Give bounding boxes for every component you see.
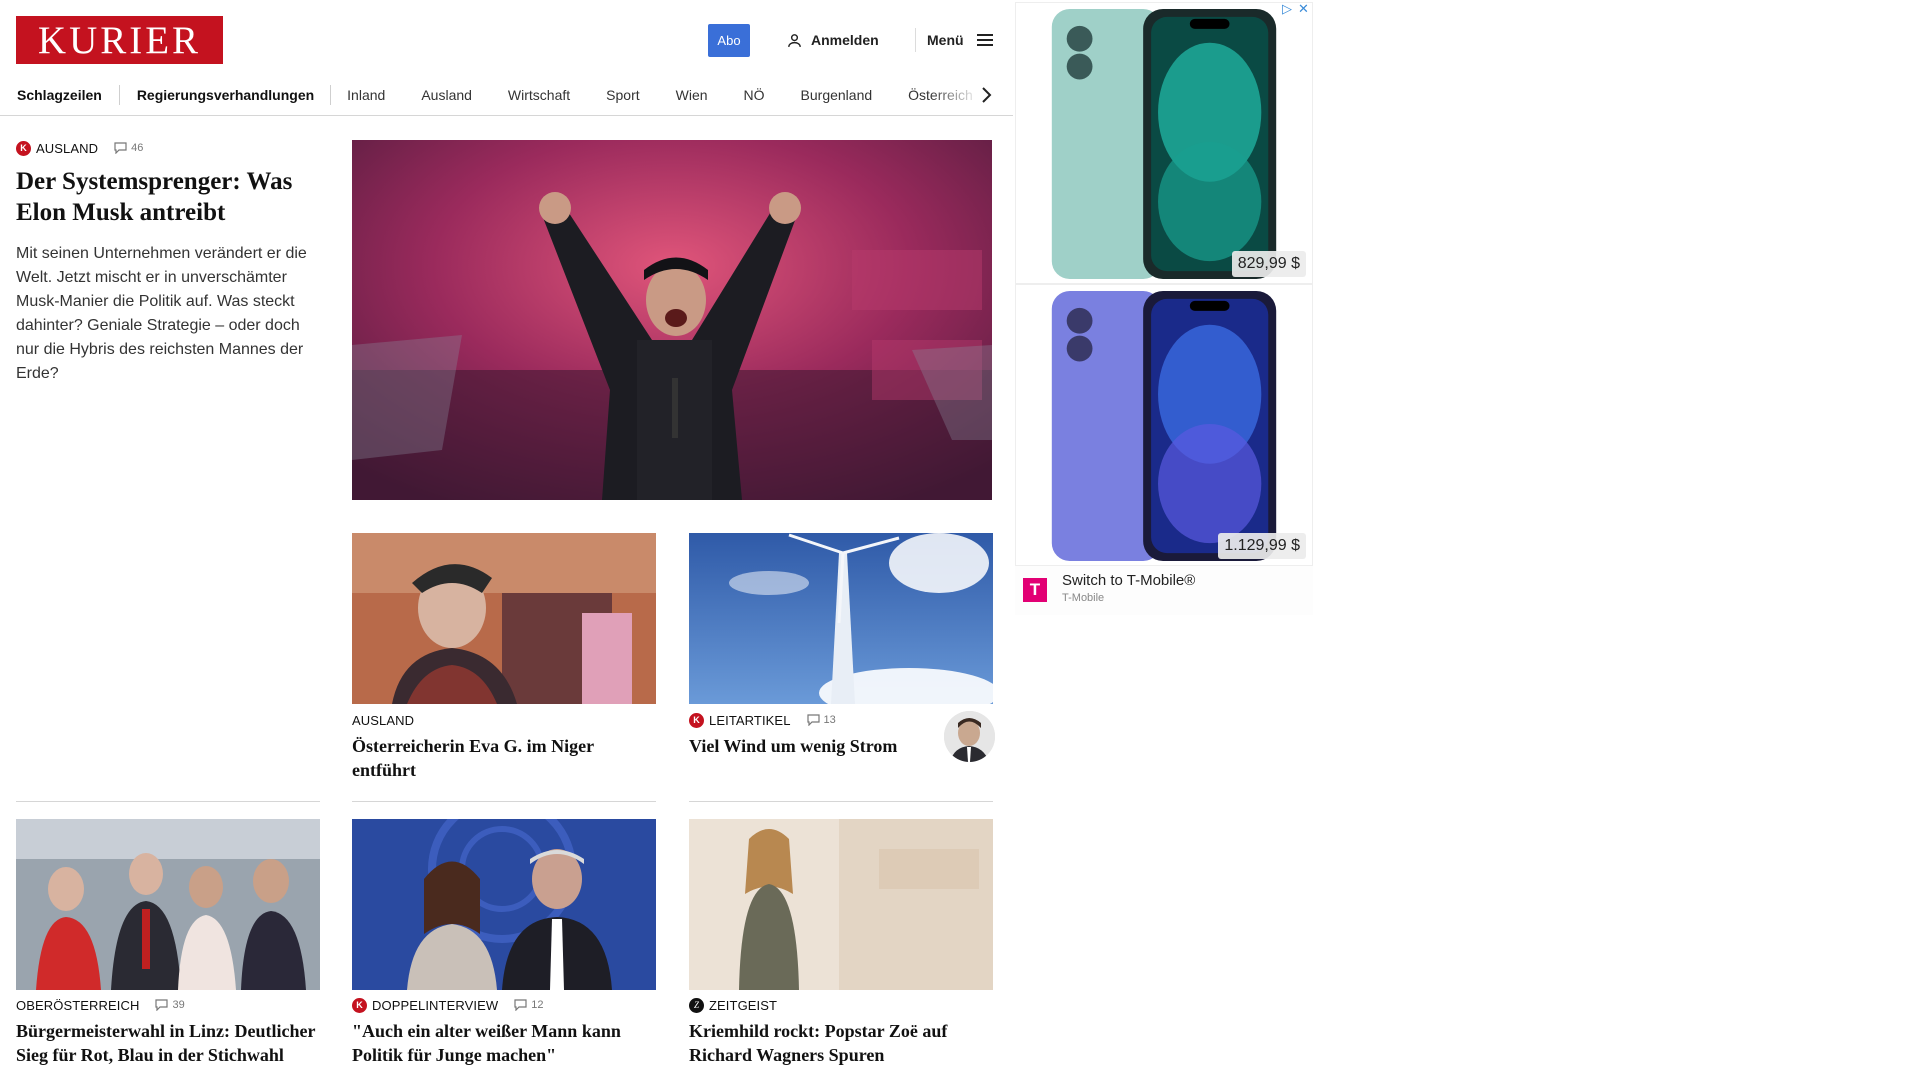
nav-item-regierungsverhandlungen[interactable]: Regierungsverhandlungen xyxy=(137,87,314,103)
header: KURIER Abo Anmelden Menü xyxy=(0,0,1013,74)
abo-button[interactable]: Abo xyxy=(708,24,750,57)
article-category[interactable]: AUSLAND xyxy=(36,141,98,156)
hamburger-icon xyxy=(976,34,993,46)
article-teaser: Mit seinen Unternehmen verändert er die … xyxy=(16,245,307,382)
article-category[interactable]: DOPPELINTERVIEW xyxy=(372,998,498,1013)
article-card[interactable]: K LEITARTIKEL 13 Viel Wind um wenig Stro… xyxy=(689,712,929,758)
comment-icon xyxy=(514,999,527,1011)
login-label: Anmelden xyxy=(811,32,879,48)
article-category[interactable]: AUSLAND xyxy=(352,713,414,728)
comment-icon xyxy=(155,999,169,1011)
ad-choices[interactable]: ▷ ✕ xyxy=(1282,2,1309,15)
menu-button[interactable]: Menü xyxy=(927,30,994,50)
article-category[interactable]: OBERÖSTERREICH xyxy=(16,998,139,1013)
kurier-logo[interactable]: KURIER xyxy=(16,16,223,64)
article-meta: Z ZEITGEIST xyxy=(689,997,993,1013)
user-icon xyxy=(788,33,801,47)
comment-count[interactable]: 13 xyxy=(806,714,836,726)
article-card[interactable]: K DOPPELINTERVIEW 12 "Auch ein alter wei… xyxy=(352,997,656,1067)
menu-label: Menü xyxy=(927,32,964,48)
nav-item-schlagzeilen[interactable]: Schlagzeilen xyxy=(17,87,102,103)
comment-count-value: 12 xyxy=(531,999,544,1011)
nav-item-wirtschaft[interactable]: Wirtschaft xyxy=(508,87,570,103)
article-image-niger[interactable] xyxy=(352,533,656,704)
article-headline[interactable]: Österreicherin Eva G. im Niger entführt xyxy=(352,734,656,782)
nav-item-ausland[interactable]: Ausland xyxy=(421,87,472,103)
comment-count-value: 46 xyxy=(131,142,144,154)
divider xyxy=(689,801,993,802)
nav-divider xyxy=(330,85,332,105)
ad-title[interactable]: Switch to T-Mobile® xyxy=(1062,572,1195,589)
comment-icon xyxy=(806,714,820,726)
article-headline[interactable]: Kriemhild rockt: Popstar Zoë auf Richard… xyxy=(689,1019,993,1067)
lead-image[interactable] xyxy=(352,140,992,500)
article-meta: K DOPPELINTERVIEW 12 xyxy=(352,997,656,1013)
ad-choices-icon[interactable]: ▷ xyxy=(1282,2,1292,15)
category-nav: Schlagzeilen Regierungsverhandlungen Inl… xyxy=(0,74,1013,116)
comment-count-value: 13 xyxy=(823,714,836,726)
comment-count[interactable]: 46 xyxy=(114,142,143,154)
nav-item-burgenland[interactable]: Burgenland xyxy=(801,87,873,103)
header-divider xyxy=(915,28,916,52)
zeitgeist-icon: Z xyxy=(689,997,704,1013)
main-column: KURIER Abo Anmelden Menü Schlagzeilen Re… xyxy=(0,0,1013,1080)
comment-count-value: 39 xyxy=(172,999,185,1011)
article-headline[interactable]: Der Systemsprenger: Was Elon Musk antrei… xyxy=(16,166,320,228)
article-meta: OBERÖSTERREICH 39 xyxy=(16,997,320,1013)
login-button[interactable]: Anmelden xyxy=(786,30,879,50)
nav-item-sport[interactable]: Sport xyxy=(606,87,639,103)
article-meta: K LEITARTIKEL 13 xyxy=(689,712,929,728)
article-category[interactable]: ZEITGEIST xyxy=(709,998,777,1013)
chevron-right-icon[interactable] xyxy=(976,85,996,105)
article-headline[interactable]: "Auch ein alter weißer Mann kann Politik… xyxy=(352,1019,656,1067)
article-image-linz[interactable] xyxy=(16,819,320,990)
advertisement[interactable]: 829,99 $ 1.129,99 $ T Switch to T-Mobile… xyxy=(1013,0,1313,615)
divider xyxy=(352,801,656,802)
article-image-interview[interactable] xyxy=(352,819,656,990)
kurier-plus-icon: K xyxy=(352,997,367,1013)
tmobile-logo: T xyxy=(1023,578,1047,602)
ad-price: 829,99 $ xyxy=(1231,251,1306,277)
nav-fade xyxy=(930,74,1013,115)
kurier-plus-icon: K xyxy=(16,140,31,156)
article-image-wind[interactable] xyxy=(689,533,993,704)
article-card[interactable]: OBERÖSTERREICH 39 Bürgermeisterwahl in L… xyxy=(16,997,320,1067)
article-image-zoe[interactable] xyxy=(689,819,993,990)
article-card[interactable]: Z ZEITGEIST Kriemhild rockt: Popstar Zoë… xyxy=(689,997,993,1067)
ad-brand: T-Mobile xyxy=(1062,592,1105,604)
nav-item-wien[interactable]: Wien xyxy=(676,87,708,103)
comment-count[interactable]: 12 xyxy=(514,999,543,1011)
article-headline[interactable]: Bürgermeisterwahl in Linz: Deutli­cher S… xyxy=(16,1019,320,1067)
comment-count[interactable]: 39 xyxy=(155,999,185,1011)
kurier-plus-icon: K xyxy=(689,712,704,728)
ad-product-tile[interactable]: 1.129,99 $ xyxy=(1015,284,1313,566)
ad-footer[interactable]: T Switch to T-Mobile® T-Mobile xyxy=(1015,566,1313,615)
article-card[interactable]: AUSLAND Österreicherin Eva G. im Niger e… xyxy=(352,712,656,782)
ad-product-tile[interactable]: 829,99 $ xyxy=(1015,2,1313,284)
nav-item-noe[interactable]: NÖ xyxy=(744,87,765,103)
lead-article[interactable]: K AUSLAND 46 Der Systemsprenger: Was Elo… xyxy=(16,140,320,386)
nav-item-inland[interactable]: Inland xyxy=(347,87,385,103)
article-meta: AUSLAND xyxy=(352,712,656,728)
ad-close-icon[interactable]: ✕ xyxy=(1298,2,1309,15)
divider xyxy=(16,801,320,802)
comment-icon xyxy=(114,142,127,154)
ad-price: 1.129,99 $ xyxy=(1218,533,1306,559)
article-category[interactable]: LEITARTIKEL xyxy=(709,713,791,728)
article-headline[interactable]: Viel Wind um wenig Strom xyxy=(689,734,929,758)
article-meta: K AUSLAND 46 xyxy=(16,140,320,156)
author-avatar[interactable] xyxy=(944,711,995,762)
nav-divider xyxy=(118,85,120,105)
